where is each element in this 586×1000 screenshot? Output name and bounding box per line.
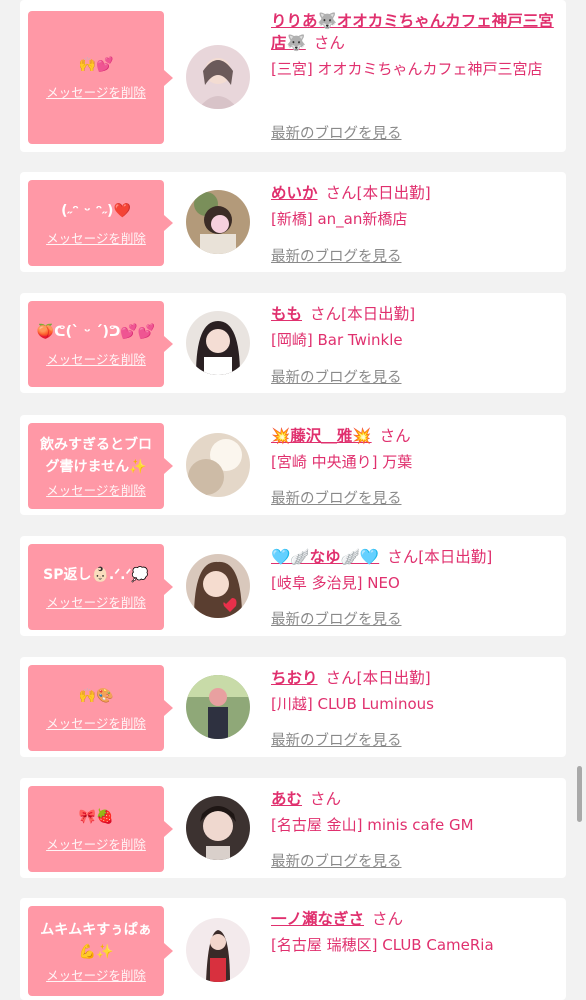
delete-message-link[interactable]: メッセージを削除 [46, 965, 146, 984]
message-bubble: (˶ᵔ ᵕ ᵔ˶)❤️ メッセージを削除 [28, 180, 173, 266]
avatar[interactable] [186, 433, 250, 497]
latest-blog-link[interactable]: 最新のブログを見る [271, 850, 402, 871]
avatar[interactable] [186, 675, 250, 739]
avatar[interactable] [186, 554, 250, 618]
message-bubble: 🍑ᕦ(ˋ̀ ᵕ ˊ́)ᕤ💕💕 メッセージを削除 [28, 301, 173, 387]
avatar[interactable] [186, 190, 250, 254]
message-bubble: 🙌💕 メッセージを削除 [28, 11, 173, 144]
shop-name: [川越] CLUB Luminous [271, 695, 434, 713]
message-text: 🍑ᕦ(ˋ̀ ᵕ ˊ́)ᕤ💕💕 [36, 323, 156, 340]
cast-info: もも さん[本日出勤] [岡崎] Bar Twinkle [271, 303, 560, 351]
cast-info: あむ さん [名古屋 金山] minis cafe GM [271, 788, 560, 836]
list-item: ムキムキすぅぱぁ💪✨ メッセージを削除 一ノ瀬なぎさ さん [名古屋 瑞穂区] C… [20, 898, 566, 1000]
honorific: さん [310, 790, 342, 808]
list-item: 飲みすぎるとブログ書けません✨ メッセージを削除 💥藤沢＿雅💥 さん [宮崎 中央… [20, 415, 566, 515]
shop-name: [三宮] オオカミちゃんカフェ神戸三宮店 [271, 60, 543, 78]
honorific: さん [310, 305, 342, 323]
cast-name-link[interactable]: 🩵🪽なゆ🪽🩵 [271, 548, 379, 566]
list-item: SP返し👶🏻‪‪.ᐟ‬.ᐟ‬💭 メッセージを削除 🩵🪽なゆ🪽🩵 さん[本日出勤] … [20, 536, 566, 636]
cast-name-link[interactable]: めいか [271, 184, 318, 202]
avatar[interactable] [186, 918, 250, 982]
shop-name: [名古屋 瑞穂区] CLUB CameRia [271, 936, 494, 954]
latest-blog-link[interactable]: 最新のブログを見る [271, 608, 402, 629]
honorific: さん [372, 910, 404, 928]
honorific: さん [325, 184, 357, 202]
message-bubble: ムキムキすぅぱぁ💪✨ メッセージを削除 [28, 906, 173, 996]
message-text: ムキムキすぅぱぁ💪✨ [40, 921, 152, 960]
status-badge: [本日出勤] [356, 669, 431, 687]
message-bubble: 🙌🎨 メッセージを削除 [28, 665, 173, 751]
delete-message-link[interactable]: メッセージを削除 [46, 480, 146, 499]
delete-message-link[interactable]: メッセージを削除 [46, 349, 146, 368]
cast-name-link[interactable]: 一ノ瀬なぎさ [271, 910, 364, 928]
shop-name: [新橋] an_an新橋店 [271, 210, 408, 228]
status-badge: [本日出勤] [356, 184, 431, 202]
message-text: 🙌💕 [78, 57, 114, 73]
message-bubble: SP返し👶🏻‪‪.ᐟ‬.ᐟ‬💭 メッセージを削除 [28, 544, 173, 630]
honorific: さん [325, 669, 357, 687]
avatar[interactable] [186, 311, 250, 375]
list-item: 🙌🎨 メッセージを削除 ちおり さん[本日出勤] [川越] CLUB Lumino… [20, 657, 566, 757]
cast-info: 🩵🪽なゆ🪽🩵 さん[本日出勤] [岐阜 多治見] NEO [271, 546, 560, 594]
latest-blog-link[interactable]: 最新のブログを見る [271, 245, 402, 266]
delete-message-link[interactable]: メッセージを削除 [46, 592, 146, 611]
shop-name: [名古屋 金山] minis cafe GM [271, 816, 474, 834]
list-item: 🍑ᕦ(ˋ̀ ᵕ ˊ́)ᕤ💕💕 メッセージを削除 もも さん[本日出勤] [岡崎] … [20, 293, 566, 393]
status-badge: [本日出勤] [341, 305, 416, 323]
message-text: (˶ᵔ ᵕ ᵔ˶)❤️ [61, 202, 131, 219]
avatar[interactable] [186, 796, 250, 860]
message-bubble: 飲みすぎるとブログ書けません✨ メッセージを削除 [28, 423, 173, 509]
latest-blog-link[interactable]: 最新のブログを見る [271, 487, 402, 508]
latest-blog-link[interactable]: 最新のブログを見る [271, 729, 402, 750]
list-item: 🎀🍓 メッセージを削除 あむ さん [名古屋 金山] minis cafe GM … [20, 778, 566, 878]
list-item: (˶ᵔ ᵕ ᵔ˶)❤️ メッセージを削除 めいか さん[本日出勤] [新橋] an… [20, 172, 566, 272]
message-text: SP返し👶🏻‪‪.ᐟ‬.ᐟ‬💭 [43, 566, 149, 583]
cast-info: ちおり さん[本日出勤] [川越] CLUB Luminous [271, 667, 560, 715]
cast-name-link[interactable]: もも [271, 305, 302, 323]
latest-blog-link[interactable]: 最新のブログを見る [271, 122, 402, 143]
message-text: 🎀🍓 [78, 808, 114, 825]
delete-message-link[interactable]: メッセージを削除 [46, 228, 146, 247]
list-item: 🙌💕 メッセージを削除 りりあ🐺オオカミちゃんカフェ神戸三宮店🐺 さん [三宮] … [20, 0, 566, 152]
delete-message-link[interactable]: メッセージを削除 [46, 713, 146, 732]
cast-name-link[interactable]: 💥藤沢＿雅💥 [271, 427, 372, 445]
honorific: さん [379, 427, 411, 445]
delete-message-link[interactable]: メッセージを削除 [46, 834, 146, 853]
honorific: さん [313, 34, 345, 52]
shop-name: [岐阜 多治見] NEO [271, 574, 400, 592]
scrollbar[interactable] [577, 766, 582, 822]
honorific: さん [387, 548, 419, 566]
cast-info: めいか さん[本日出勤] [新橋] an_an新橋店 [271, 182, 560, 230]
cast-name-link[interactable]: あむ [271, 790, 302, 808]
delete-message-link[interactable]: メッセージを削除 [46, 82, 146, 101]
message-bubble: 🎀🍓 メッセージを削除 [28, 786, 173, 872]
message-text: 🙌🎨 [78, 687, 114, 704]
avatar[interactable] [186, 45, 250, 109]
status-badge: [本日出勤] [418, 548, 493, 566]
shop-name: [岡崎] Bar Twinkle [271, 331, 403, 349]
message-text: 飲みすぎるとブログ書けません✨ [40, 436, 152, 475]
cast-info: 💥藤沢＿雅💥 さん [宮崎 中央通り] 万葉 [271, 425, 560, 473]
cast-info: りりあ🐺オオカミちゃんカフェ神戸三宮店🐺 さん [三宮] オオカミちゃんカフェ神戸… [271, 10, 560, 80]
cast-name-link[interactable]: ちおり [271, 669, 318, 687]
latest-blog-link[interactable]: 最新のブログを見る [271, 366, 402, 387]
cast-info: 一ノ瀬なぎさ さん [名古屋 瑞穂区] CLUB CameRia [271, 908, 560, 956]
shop-name: [宮崎 中央通り] 万葉 [271, 453, 413, 471]
